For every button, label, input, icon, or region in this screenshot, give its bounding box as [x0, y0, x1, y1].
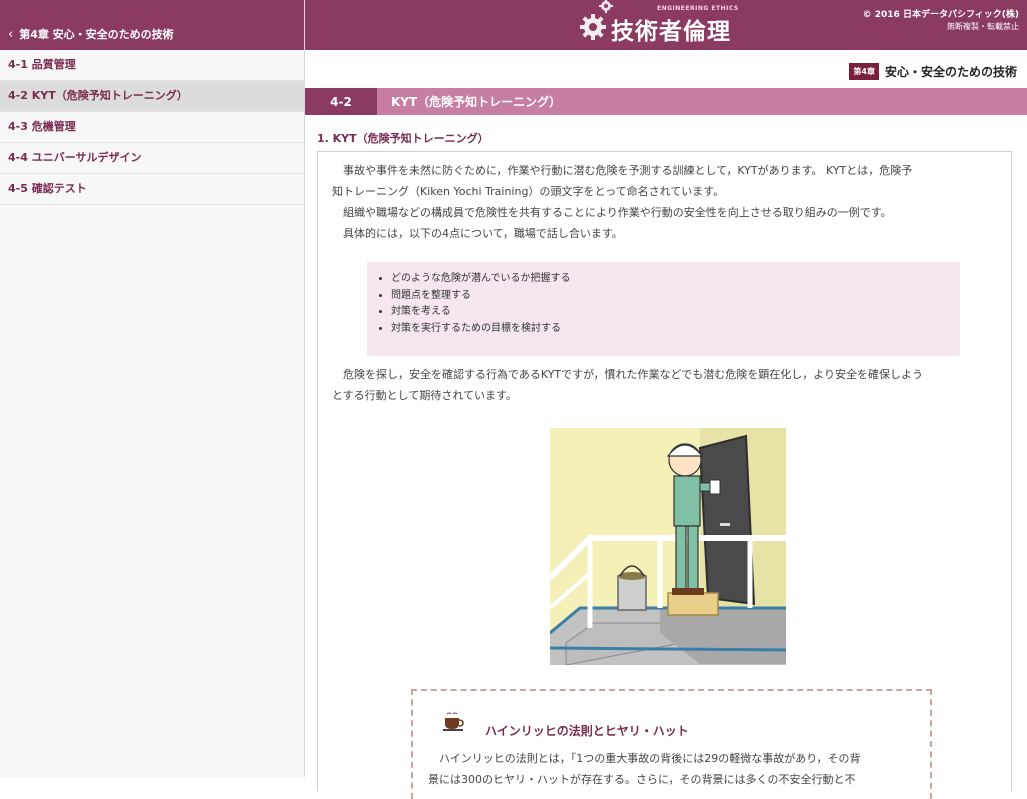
- copyright-line2: 無断複製・転載禁止: [947, 22, 1019, 31]
- note-text: ハインリッヒの法則とは，「1つの重大事故の背後には29の軽微な事故があり，その背…: [428, 748, 918, 790]
- content-box: 事故や事件を未然に防ぐために，作業や行動に潜む危険を予測する訓練として，KYTが…: [317, 151, 1012, 799]
- list-item: 対策を実行するための目標を検討する: [391, 321, 960, 338]
- chevron-left-icon: ‹: [8, 26, 14, 42]
- copyright-line1: © 2016 日本データパシフィック(株): [862, 10, 1019, 20]
- para3: 具体的には，以下の4点について，職場で話し合います。: [343, 227, 623, 240]
- chapter-title: 安心・安全のための技術: [884, 65, 1017, 79]
- logo-subtitle: ENGINEERING ETHICS: [657, 5, 739, 12]
- bullet-list: どのような危険が潜んでいるか把握する 問題点を整理する 対策を考える 対策を実行…: [367, 262, 960, 337]
- copyright: © 2016 日本データパシフィック(株) 無断複製・転載禁止: [863, 10, 1019, 32]
- sidebar-header-label: 第4章 安心・安全のための技術: [19, 28, 174, 41]
- top-bar: ENGINEERING ETHICS 技術者倫理 © 2016 日本データパシフ…: [305, 0, 1027, 50]
- sidebar-item-4-4[interactable]: 4-4 ユニバーサルデザイン: [0, 143, 304, 174]
- para1-line1: 事故や事件を未然に防ぐために，作業や行動に潜む危険を予測する訓練として，KYTが…: [343, 164, 913, 177]
- coffee-cup-icon: [443, 712, 464, 731]
- subheading: 1. KYT（危険予知トレーニング）: [317, 132, 489, 145]
- chapter-badge: 第4章: [849, 63, 879, 80]
- sidebar-item-4-5[interactable]: 4-5 確認テスト: [0, 174, 304, 205]
- note-line2: 景には300のヒヤリ・ハットが存在する。さらに，その背景には多くの不安全行動と不: [428, 773, 856, 786]
- bullet-list-box: どのような危険が潜んでいるか把握する 問題点を整理する 対策を考える 対策を実行…: [367, 262, 960, 356]
- main-content: 第4章 安心・安全のための技術 4-2 KYT（危険予知トレーニング） 1. K…: [305, 50, 1027, 799]
- sidebar: ‹ 第4章 安心・安全のための技術 4-1 品質管理 4-2 KYT（危険予知ト…: [0, 0, 305, 777]
- note-box: ハインリッヒの法則とヒヤリ・ハット ハインリッヒの法則とは，「1つの重大事故の背…: [411, 689, 932, 799]
- list-item: 問題点を整理する: [391, 288, 960, 305]
- sidebar-item-4-2[interactable]: 4-2 KYT（危険予知トレーニング）: [0, 81, 304, 112]
- note-line1: ハインリッヒの法則とは，「1つの重大事故の背後には29の軽微な事故があり，その背: [439, 752, 861, 765]
- paragraph-intro: 事故や事件を未然に防ぐために，作業や行動に潜む危険を予測する訓練として，KYTが…: [332, 160, 1000, 244]
- note-title: ハインリッヒの法則とヒヤリ・ハット: [485, 724, 689, 738]
- list-item: 対策を考える: [391, 304, 960, 321]
- list-item: どのような危険が潜んでいるか把握する: [391, 271, 960, 288]
- logo-title: 技術者倫理: [611, 19, 731, 45]
- para4-line1: 危険を探し，安全を確認する行為であるKYTですが，慣れた作業などでも潜む危険を顕…: [343, 368, 924, 381]
- section-bar: 4-2 KYT（危険予知トレーニング）: [305, 88, 1027, 115]
- sidebar-item-4-3[interactable]: 4-3 危機管理: [0, 112, 304, 143]
- para1-line2: 知トレーニング（Kiken Yochi Training）の頭文字をとって命名さ…: [332, 185, 725, 198]
- logo: ENGINEERING ETHICS 技術者倫理: [573, 0, 743, 50]
- paragraph-conclusion: 危険を探し，安全を確認する行為であるKYTですが，慣れた作業などでも潜む危険を顕…: [332, 364, 1000, 406]
- para2: 組織や職場などの構成員で危険性を共有することにより作業や行動の安全性を向上させる…: [343, 206, 892, 219]
- sidebar-back-link[interactable]: ‹ 第4章 安心・安全のための技術: [0, 0, 304, 50]
- section-title: KYT（危険予知トレーニング）: [391, 95, 562, 109]
- para4-line2: とする行動として期待されています。: [332, 389, 517, 402]
- section-number: 4-2: [305, 88, 377, 115]
- worker-illustration: [550, 428, 786, 665]
- sidebar-item-4-1[interactable]: 4-1 品質管理: [0, 50, 304, 81]
- chapter-heading: 第4章 安心・安全のための技術: [849, 63, 1017, 80]
